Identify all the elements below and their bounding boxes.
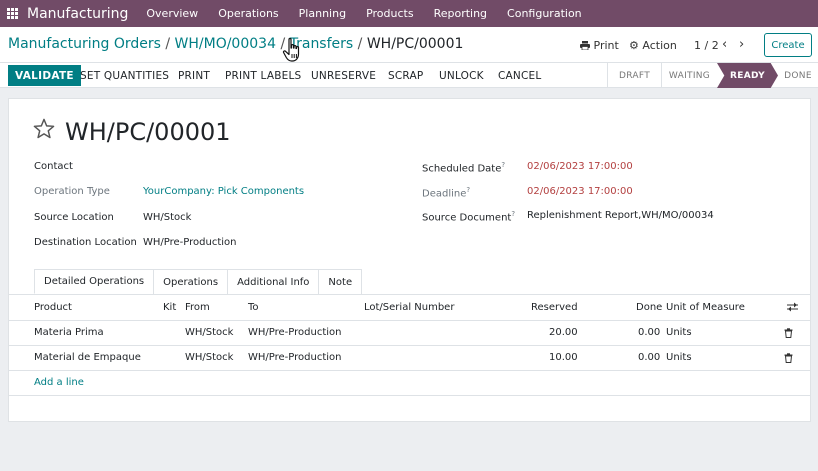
action-dropdown[interactable]: ⚙ Action bbox=[629, 39, 677, 52]
app-brand[interactable]: Manufacturing bbox=[27, 6, 128, 22]
col-done[interactable]: Done bbox=[636, 302, 662, 313]
deadline-label-text: Deadline bbox=[422, 188, 467, 200]
set-quantities-button[interactable]: SET QUANTITIES bbox=[80, 65, 169, 86]
form-sheet: WH/PC/00001 Contact Operation Type YourC… bbox=[8, 98, 811, 422]
stage-draft[interactable]: DRAFT bbox=[607, 63, 661, 88]
breadcrumb-item-manufacturing-orders[interactable]: Manufacturing Orders bbox=[8, 36, 161, 52]
deadline-field[interactable]: 02/06/2023 17:00:00 bbox=[527, 186, 633, 197]
row-divider bbox=[9, 345, 810, 346]
cell-to: WH/Pre-Production bbox=[248, 327, 342, 338]
cell-uom: Units bbox=[666, 352, 692, 363]
print-labels-button[interactable]: PRINT LABELS bbox=[225, 65, 301, 86]
scrap-button[interactable]: SCRAP bbox=[388, 65, 423, 86]
col-from[interactable]: From bbox=[185, 302, 210, 313]
cell-to: WH/Pre-Production bbox=[248, 352, 342, 363]
row-divider bbox=[9, 395, 810, 396]
tab-detailed-operations[interactable]: Detailed Operations bbox=[34, 269, 155, 294]
breadcrumb-item-mo[interactable]: WH/MO/00034 bbox=[175, 36, 276, 52]
cell-from: WH/Stock bbox=[185, 352, 234, 363]
cell-product: Material de Empaque bbox=[34, 352, 141, 363]
menu-planning[interactable]: Planning bbox=[289, 7, 356, 20]
apps-grid-icon[interactable] bbox=[7, 7, 19, 20]
cell-reserved: 20.00 bbox=[549, 327, 578, 338]
status-stages: DRAFT WAITING READY DONE bbox=[607, 63, 818, 88]
cell-done[interactable]: 0.00 bbox=[638, 327, 660, 338]
print-icon bbox=[580, 41, 590, 51]
create-button[interactable]: Create bbox=[764, 33, 812, 57]
source-document-label: Source Document? bbox=[422, 210, 515, 223]
stage-waiting[interactable]: WAITING bbox=[661, 63, 717, 88]
stage-ready[interactable]: READY bbox=[717, 63, 778, 88]
row-divider bbox=[9, 370, 810, 371]
breadcrumb-current: WH/PC/00001 bbox=[366, 36, 464, 52]
source-document-label-text: Source Document bbox=[422, 212, 512, 224]
print-button[interactable]: PRINT bbox=[178, 65, 210, 86]
menu-operations[interactable]: Operations bbox=[208, 7, 288, 20]
validate-button[interactable]: VALIDATE bbox=[8, 65, 81, 86]
scheduled-date-field[interactable]: 02/06/2023 17:00:00 bbox=[527, 161, 633, 172]
action-dropdown-label: Action bbox=[642, 39, 677, 52]
help-icon[interactable]: ? bbox=[511, 210, 515, 218]
col-kit[interactable]: Kit bbox=[163, 302, 176, 313]
star-icon[interactable] bbox=[33, 118, 55, 139]
status-action-bar: VALIDATE SET QUANTITIES PRINT PRINT LABE… bbox=[0, 63, 818, 88]
stage-done[interactable]: DONE bbox=[778, 63, 818, 88]
scheduled-date-label: Scheduled Date? bbox=[422, 161, 505, 174]
cancel-button[interactable]: CANCEL bbox=[498, 65, 541, 86]
breadcrumb-separator: / bbox=[357, 36, 363, 52]
chevron-left-icon[interactable]: ‹ bbox=[722, 37, 727, 52]
scheduled-date-label-text: Scheduled Date bbox=[422, 163, 502, 175]
cell-reserved: 10.00 bbox=[549, 352, 578, 363]
cell-done[interactable]: 0.00 bbox=[638, 352, 660, 363]
tab-note[interactable]: Note bbox=[318, 269, 363, 294]
col-product[interactable]: Product bbox=[34, 302, 72, 313]
menu-products[interactable]: Products bbox=[356, 7, 424, 20]
operation-type-field[interactable]: YourCompany: Pick Components bbox=[143, 186, 304, 197]
col-reserved[interactable]: Reserved bbox=[531, 302, 578, 313]
chevron-right-icon[interactable]: › bbox=[739, 37, 744, 52]
add-line-link[interactable]: Add a line bbox=[34, 377, 84, 388]
source-location-field[interactable]: WH/Stock bbox=[143, 212, 191, 223]
contact-label: Contact bbox=[34, 161, 73, 172]
breadcrumb: Manufacturing Orders / WH/MO/00034 / Tra… bbox=[8, 36, 463, 52]
trash-icon[interactable] bbox=[784, 353, 793, 363]
top-navbar: Manufacturing Overview Operations Planni… bbox=[0, 0, 818, 27]
print-dropdown[interactable]: Print bbox=[580, 39, 619, 52]
tab-operations[interactable]: Operations bbox=[153, 269, 229, 294]
source-document-field[interactable]: Replenishment Report,WH/MO/00034 bbox=[527, 210, 714, 221]
col-to[interactable]: To bbox=[248, 302, 259, 313]
unreserve-button[interactable]: UNRESERVE bbox=[311, 65, 376, 86]
hand-cursor-icon bbox=[282, 37, 300, 62]
col-unit-of-measure[interactable]: Unit of Measure bbox=[666, 302, 745, 313]
tab-divider bbox=[9, 294, 810, 295]
help-icon[interactable]: ? bbox=[501, 161, 505, 169]
control-panel: Manufacturing Orders / WH/MO/00034 / Tra… bbox=[0, 27, 818, 63]
cell-uom: Units bbox=[666, 327, 692, 338]
notebook-tabs: Detailed Operations Operations Additiona… bbox=[34, 269, 363, 294]
menu-overview[interactable]: Overview bbox=[136, 7, 208, 20]
menu-reporting[interactable]: Reporting bbox=[424, 7, 497, 20]
menu-configuration[interactable]: Configuration bbox=[497, 7, 592, 20]
help-icon[interactable]: ? bbox=[466, 186, 470, 194]
unlock-button[interactable]: UNLOCK bbox=[439, 65, 484, 86]
pager-value[interactable]: 1 / 2 bbox=[694, 39, 719, 52]
deadline-label: Deadline? bbox=[422, 186, 470, 199]
operation-type-label: Operation Type bbox=[34, 186, 110, 197]
destination-location-field[interactable]: WH/Pre-Production bbox=[143, 237, 237, 248]
cell-from: WH/Stock bbox=[185, 327, 234, 338]
header-divider bbox=[9, 320, 810, 321]
breadcrumb-separator: / bbox=[165, 36, 171, 52]
destination-location-label: Destination Location bbox=[34, 237, 137, 248]
record-title: WH/PC/00001 bbox=[65, 118, 231, 146]
tab-additional-info[interactable]: Additional Info bbox=[227, 269, 320, 294]
trash-icon[interactable] bbox=[784, 328, 793, 338]
cell-product: Materia Prima bbox=[34, 327, 104, 338]
col-lot-serial[interactable]: Lot/Serial Number bbox=[364, 302, 454, 313]
gear-icon: ⚙ bbox=[629, 39, 639, 52]
print-dropdown-label: Print bbox=[593, 39, 619, 52]
adjust-columns-icon[interactable] bbox=[787, 302, 798, 312]
source-location-label: Source Location bbox=[34, 212, 114, 223]
